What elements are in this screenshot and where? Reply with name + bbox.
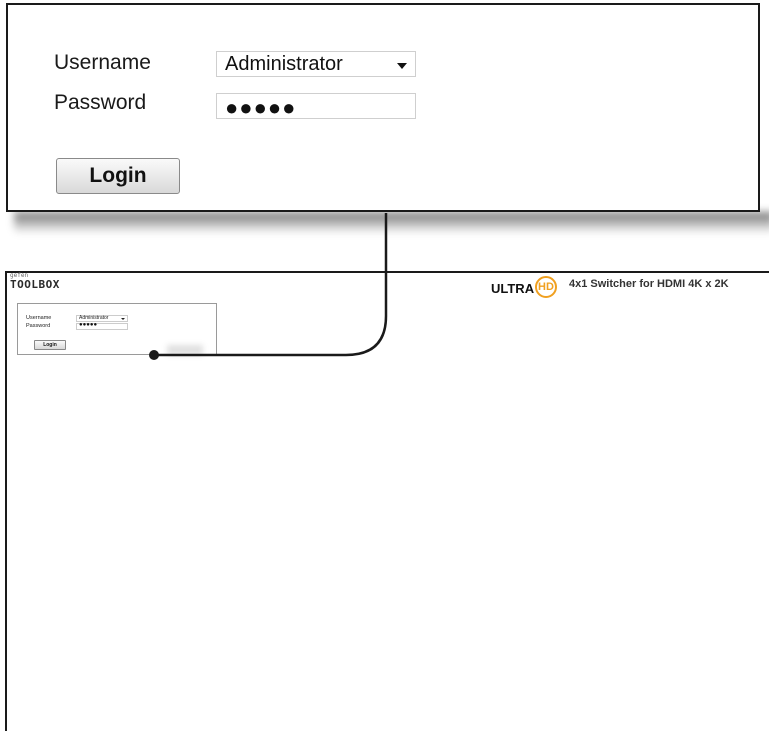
password-field[interactable]: ●●●●● [216, 93, 416, 120]
chevron-down-icon [121, 318, 125, 320]
logo-brand: gefen [10, 272, 29, 279]
chevron-down-icon [397, 63, 407, 69]
ultra-logo-text: ULTRA [491, 281, 535, 296]
logo-text: TOOLBOX [10, 278, 60, 291]
username-label: Username [54, 51, 151, 74]
web-page-screenshot: gefen TOOLBOX ULTRA HD 4x1 Switcher for … [5, 271, 769, 731]
password-label-small: Password [26, 323, 51, 329]
password-field-small[interactable]: ●●●●● [76, 322, 128, 330]
mini-form-shadow [167, 345, 203, 355]
product-title: 4x1 Switcher for HDMI 4K x 2K [569, 278, 729, 290]
login-button[interactable]: Login [56, 158, 180, 194]
password-label: Password [54, 91, 147, 114]
password-field-small-value: ●●●●● [79, 322, 98, 328]
login-form-zoom: Username Administrator Password ●●●●● Lo… [6, 3, 760, 212]
username-select[interactable]: Administrator [216, 51, 416, 77]
username-select-small[interactable]: Administrator [76, 315, 128, 322]
hd-logo-icon: HD [535, 276, 557, 298]
password-field-value: ●●●●● [225, 95, 297, 120]
login-button-small[interactable]: Login [34, 340, 66, 350]
username-select-small-value: Administrator [79, 315, 109, 321]
username-label-small: Username [26, 315, 52, 321]
username-select-value: Administrator [225, 53, 343, 75]
toolbox-logo: gefen TOOLBOX [10, 272, 60, 291]
callout-shadow [14, 212, 769, 234]
